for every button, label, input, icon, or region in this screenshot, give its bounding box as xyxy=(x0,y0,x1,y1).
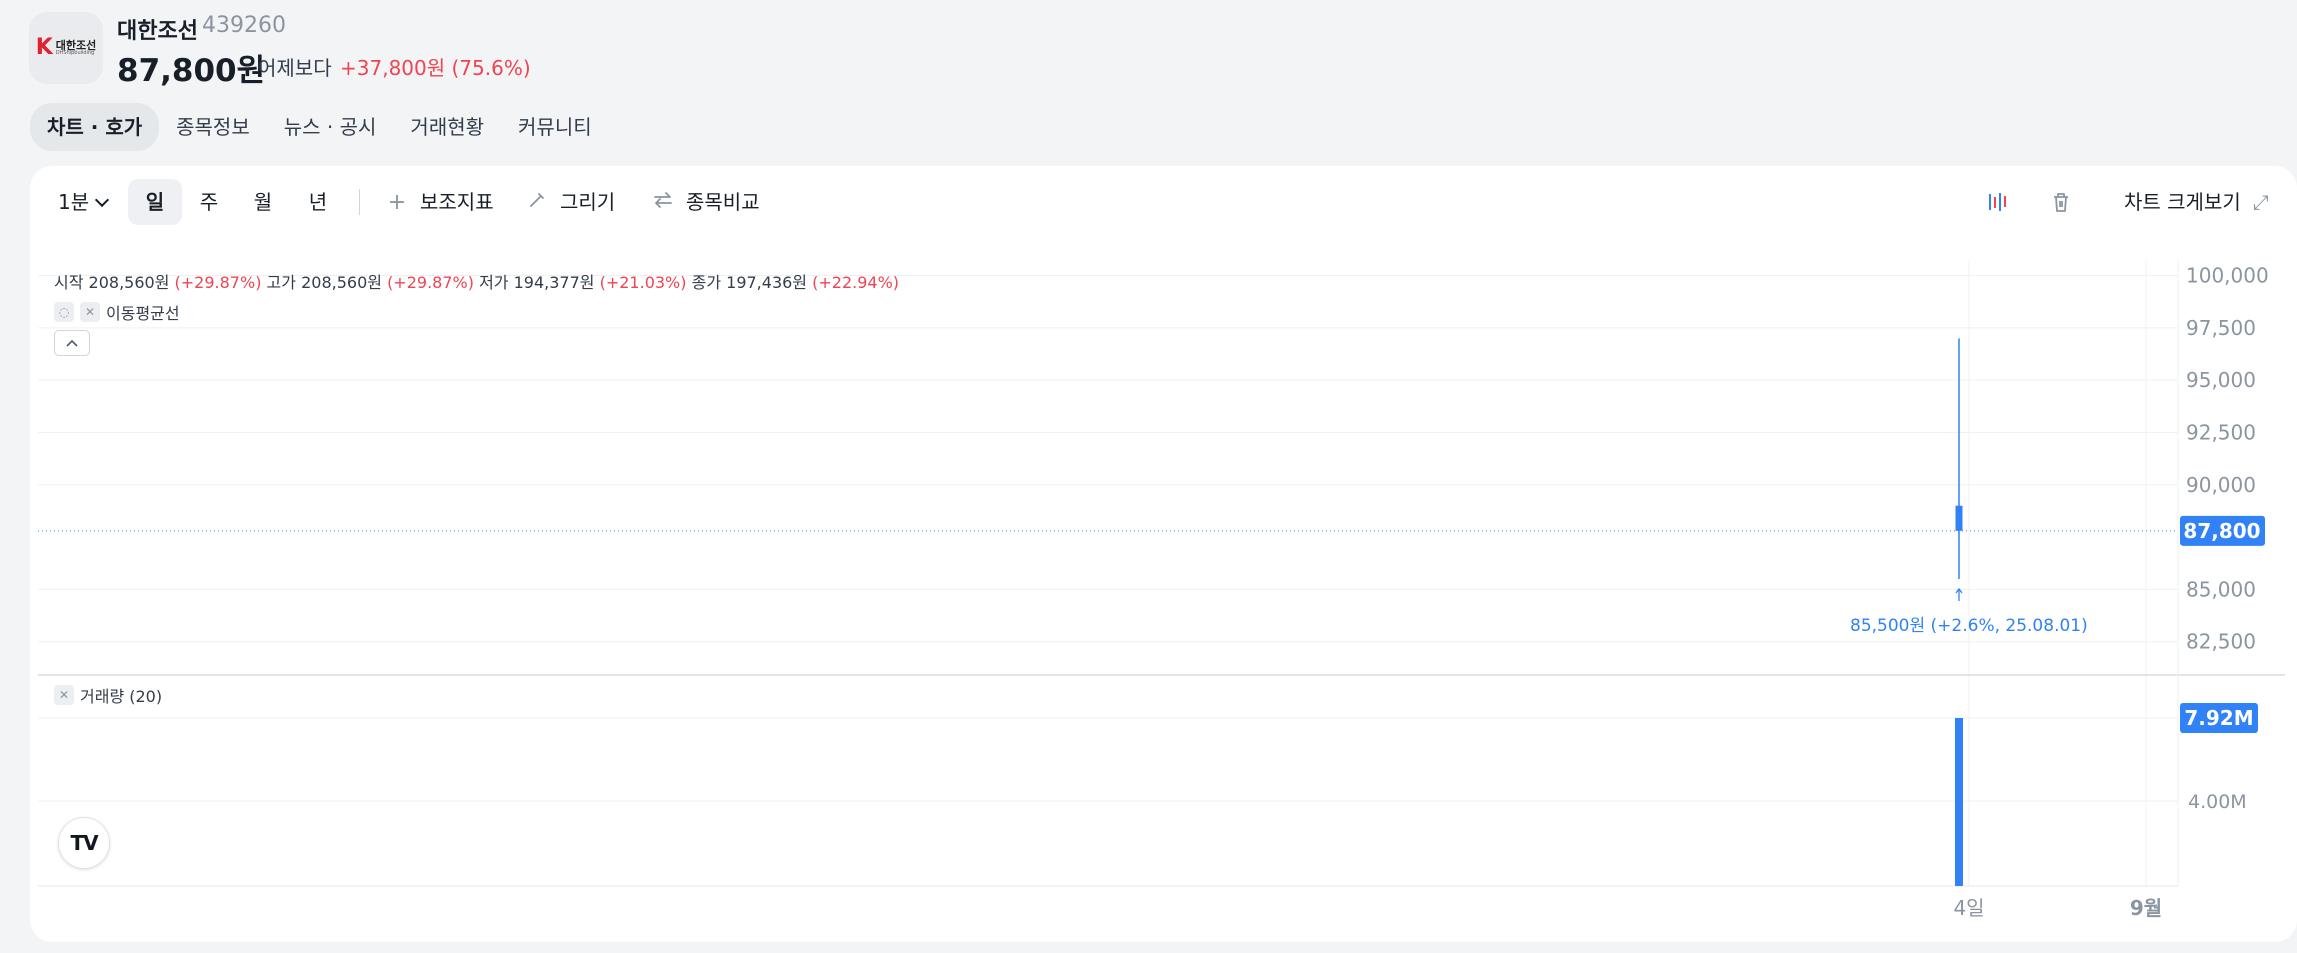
price-axis-label: 100,000 xyxy=(2186,264,2269,288)
tab-news-disclosure[interactable]: 뉴스 · 공시 xyxy=(267,103,394,151)
ohlc-legend: 시작 208,560원 (+29.87%) 고가 208,560원 (+29.8… xyxy=(54,273,900,292)
tab-trading-status[interactable]: 거래현황 xyxy=(393,103,501,151)
price-axis-label: 95,000 xyxy=(2186,368,2256,392)
candle-body xyxy=(1955,505,1963,531)
tradingview-logo-icon[interactable]: TV xyxy=(58,817,110,869)
current-price: 87,800원 xyxy=(117,53,266,89)
price-axis-label: 90,000 xyxy=(2186,473,2256,497)
date-axis-label: 9월 xyxy=(2130,896,2162,920)
close-icon[interactable]: ✕ xyxy=(54,685,74,705)
price-change: +37,800원 (75.6%) xyxy=(340,56,531,80)
tab-chart-orderbook[interactable]: 차트 · 호가 xyxy=(30,103,160,151)
chart-card: 1분 일 주 월 년 + 보조지표 그리기 종목비교 차트 크게보기 ⤢ 100… xyxy=(30,166,2297,942)
volume-badge-label: 7.92M xyxy=(2184,706,2253,730)
close-icon[interactable]: ✕ xyxy=(80,302,100,322)
eye-hidden-icon[interactable]: ◌ xyxy=(54,302,74,322)
stock-name: 대한조선 xyxy=(117,19,198,44)
price-axis-label: 82,500 xyxy=(2186,630,2256,654)
current-price-badge-label: 87,800 xyxy=(2183,519,2260,543)
stock-code: 439260 xyxy=(202,13,286,38)
price-axis-label: 85,000 xyxy=(2186,577,2256,601)
tab-stock-info[interactable]: 종목정보 xyxy=(159,103,267,151)
volume-legend: ✕ 거래량 (20) xyxy=(54,683,162,707)
low-marker-arrow xyxy=(1955,587,1963,601)
stock-logo: K 대한조선 DHShipbuilding xyxy=(29,12,103,84)
stock-tabs: 차트 · 호가 종목정보 뉴스 · 공시 거래현황 커뮤니티 xyxy=(30,103,609,151)
volume-bar xyxy=(1955,718,1963,886)
moving-average-legend: ◌ ✕ 이동평균선 xyxy=(54,300,180,324)
price-axis-label: 92,500 xyxy=(2186,420,2256,444)
tab-community[interactable]: 커뮤니티 xyxy=(501,103,609,151)
volume-label: 거래량 (20) xyxy=(80,687,163,706)
price-axis-label: 97,500 xyxy=(2186,316,2256,340)
volume-axis-label: 4.00M xyxy=(2188,791,2247,813)
moving-average-label: 이동평균선 xyxy=(106,304,180,323)
vs-yesterday-label: 어제보다 xyxy=(258,56,332,80)
collapse-legend-button[interactable] xyxy=(54,330,90,356)
logo-text-en: DHShipbuilding xyxy=(55,50,95,57)
low-price-annotation: 85,500원 (+2.6%, 25.08.01) xyxy=(1850,616,2088,636)
chevron-up-icon xyxy=(66,339,78,347)
company-logo-icon: K xyxy=(35,35,53,60)
date-axis-label: 4일 xyxy=(1953,896,1984,920)
